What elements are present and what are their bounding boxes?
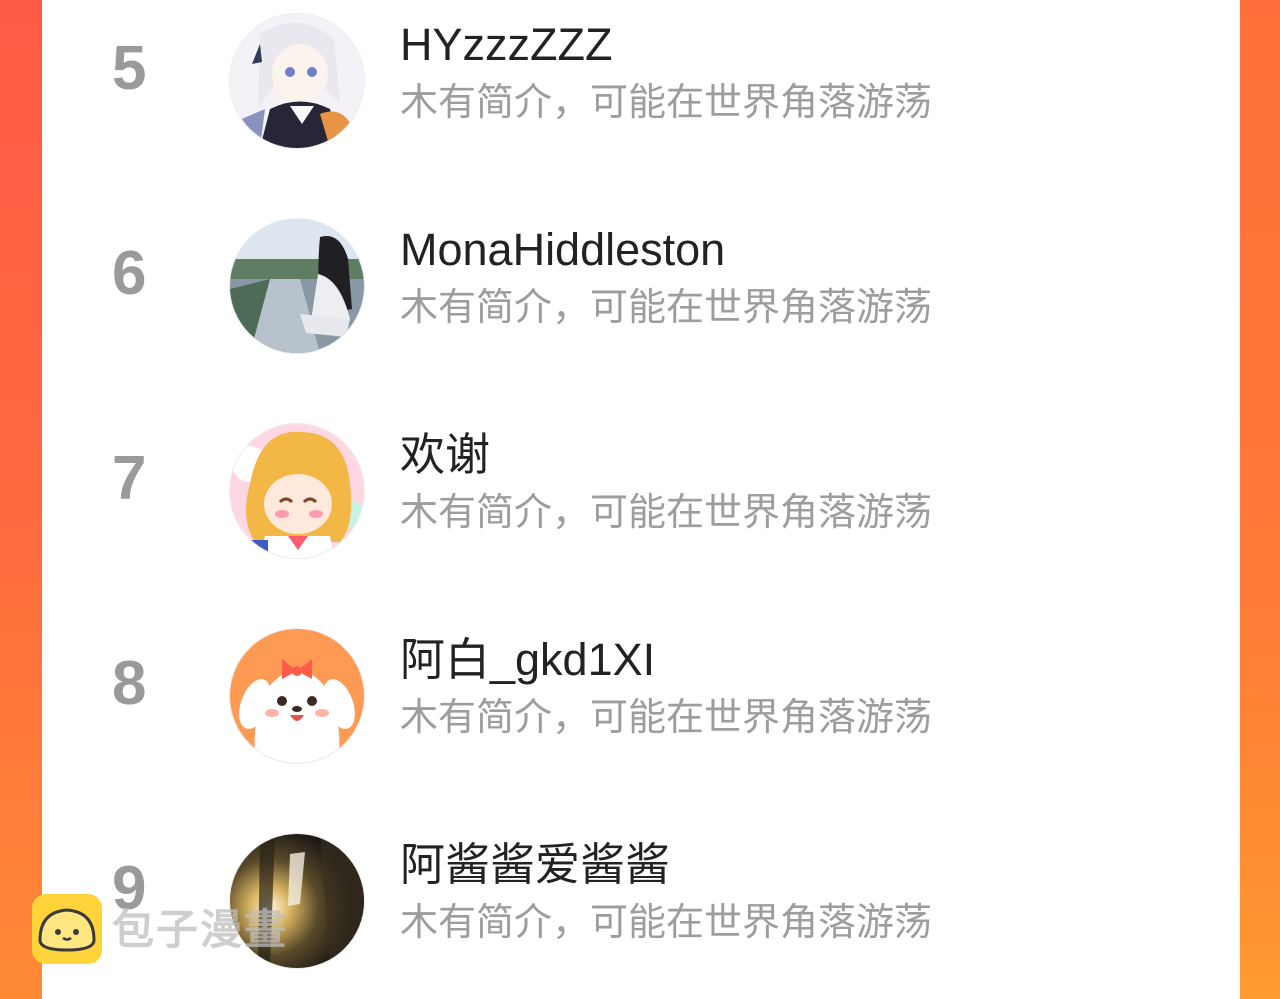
username[interactable]: 阿酱酱爱酱酱 [400, 838, 670, 892]
username[interactable]: 欢谢 [400, 428, 490, 482]
rank-number: 6 [112, 239, 147, 308]
list-item[interactable]: 8 阿白_gkd1XI 木有简介，可能在世界角落游荡 [42, 615, 1240, 775]
avatar[interactable] [230, 14, 364, 148]
user-bio: 木有简介，可能在世界角落游荡 [400, 287, 933, 329]
list-item[interactable]: 6 MonaHiddleston 木有简介，可能在世界角落游荡 [42, 205, 1240, 365]
user-bio: 木有简介，可能在世界角落游荡 [400, 492, 933, 534]
ranking-list: 5 HYzzzZZZ 木有简介，可能在世界角落游荡 6 MonaHiddlest… [42, 0, 1240, 999]
avatar[interactable] [230, 219, 364, 353]
avatar[interactable] [230, 629, 364, 763]
user-bio: 木有简介，可能在世界角落游荡 [400, 82, 933, 124]
user-bio: 木有简介，可能在世界角落游荡 [400, 697, 933, 739]
watermark-text: 包子漫畫 [112, 905, 289, 954]
username[interactable]: MonaHiddleston [400, 223, 725, 277]
list-item[interactable]: 5 HYzzzZZZ 木有简介，可能在世界角落游荡 [42, 0, 1240, 160]
list-item[interactable]: 7 欢谢 木有简介，可能在世界角落游荡 [42, 410, 1240, 570]
background-strip-right [1240, 0, 1280, 999]
rank-number: 5 [112, 34, 147, 103]
avatar[interactable] [230, 424, 364, 558]
rank-number: 8 [112, 649, 147, 718]
watermark: 包子漫畫 [32, 894, 332, 966]
bun-logo-icon [32, 894, 102, 964]
user-bio: 木有简介，可能在世界角落游荡 [400, 902, 933, 944]
rank-number: 7 [112, 444, 147, 513]
username[interactable]: 阿白_gkd1XI [400, 633, 655, 687]
username[interactable]: HYzzzZZZ [400, 18, 612, 72]
